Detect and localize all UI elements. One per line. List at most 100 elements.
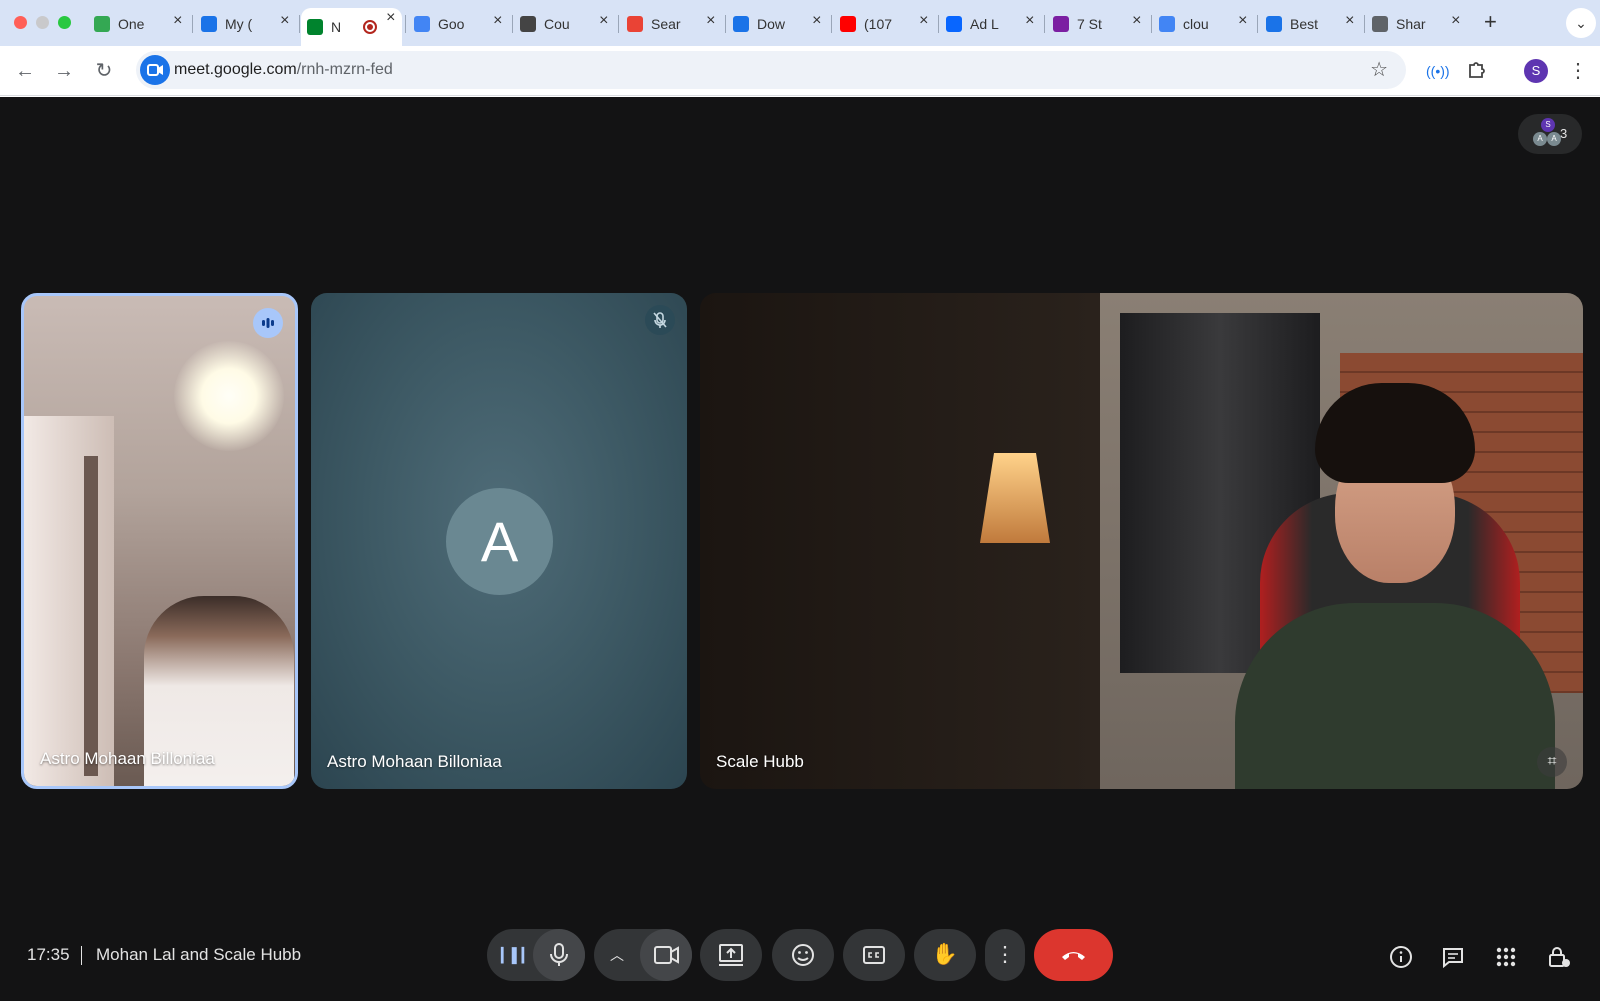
forward-button[interactable]: → (51, 58, 77, 84)
tab-title: 7 St (1077, 16, 1102, 32)
meeting-title: Mohan Lal and Scale Hubb (96, 945, 302, 964)
speaking-indicator-icon (253, 308, 283, 338)
person-body (1235, 603, 1555, 789)
meeting-details-button[interactable] (1387, 944, 1415, 976)
participants-button[interactable]: S A A 3 (1518, 114, 1582, 154)
tab-gmail[interactable]: Sear × (621, 11, 722, 37)
minimize-window-button[interactable] (36, 16, 49, 29)
kebab-menu-icon[interactable]: ⋮ (1568, 58, 1588, 84)
present-screen-icon (719, 944, 743, 966)
activities-button[interactable] (1492, 944, 1520, 976)
participant-tile-speaking[interactable]: Astro Mohaan Billoniaa (21, 293, 298, 789)
tab-search-button[interactable]: ⌄ (1566, 8, 1596, 38)
profile-avatar[interactable]: S (1524, 59, 1548, 83)
crop-icon[interactable]: ⌗ (1537, 747, 1567, 777)
tab-separator (830, 15, 832, 33)
url-domain: meet.google.com (174, 61, 297, 78)
extensions-puzzle-icon[interactable] (1466, 58, 1488, 87)
captions-button[interactable] (843, 929, 905, 981)
address-bar[interactable]: meet.google.com/rnh-mzrn-fed ☆ (136, 51, 1406, 89)
tab-separator (511, 15, 513, 33)
microphone-button[interactable] (533, 929, 585, 981)
close-tab-icon[interactable]: × (919, 12, 928, 30)
new-tab-button[interactable]: + (1478, 9, 1497, 35)
tab-docs[interactable]: Goo × (408, 11, 509, 37)
camera-button[interactable] (640, 929, 692, 981)
bookmark-star-icon[interactable]: ☆ (1370, 57, 1388, 82)
close-tab-icon[interactable]: × (386, 9, 395, 27)
close-tab-icon[interactable]: × (173, 12, 182, 30)
tab-download[interactable]: Dow × (727, 11, 828, 37)
close-tab-icon[interactable]: × (1451, 12, 1460, 30)
host-controls-button[interactable] (1545, 944, 1573, 976)
time-divider (81, 946, 82, 965)
close-tab-icon[interactable]: × (706, 12, 715, 30)
tab-circle[interactable]: My (× (195, 11, 296, 37)
chat-icon (1443, 948, 1463, 969)
participant-tile-muted[interactable]: A Astro Mohaan Billoniaa (311, 293, 687, 789)
youtube-icon (840, 16, 856, 32)
chevron-up-icon[interactable]: ︿ (610, 929, 624, 981)
chat-icon (1266, 16, 1282, 32)
camera-control-group: ︿ (594, 929, 692, 981)
raise-hand-button[interactable]: ✋ (914, 929, 976, 981)
background-window (24, 416, 114, 786)
tab-separator (724, 15, 726, 33)
close-tab-icon[interactable]: × (599, 12, 608, 30)
browser-toolbar: ← → ↻ meet.google.com/rnh-mzrn-fed ☆ ((•… (0, 46, 1600, 96)
badge-icon (1053, 16, 1069, 32)
microphone-control-group: ▎▌▎ (487, 929, 585, 981)
tab-separator (1256, 15, 1258, 33)
tab-title: clou (1183, 16, 1209, 32)
tab-globe[interactable]: Shar × (1366, 11, 1467, 37)
tab-badge[interactable]: 7 St × (1047, 11, 1148, 37)
more-options-button[interactable]: ⋮ (985, 929, 1025, 981)
close-tab-icon[interactable]: × (1025, 12, 1034, 30)
tab-sheets[interactable]: One × (88, 11, 189, 37)
reactions-button[interactable] (772, 929, 834, 981)
close-tab-icon[interactable]: × (1132, 12, 1141, 30)
close-tab-icon[interactable]: × (280, 12, 289, 30)
tab-title: Dow (757, 16, 786, 32)
tab-meta[interactable]: Ad L × (940, 11, 1041, 37)
tab-youtube[interactable]: (107 × (834, 11, 935, 37)
chat-button[interactable] (1439, 944, 1467, 976)
tab-title: Sear (651, 16, 681, 32)
tab-separator (1043, 15, 1045, 33)
reload-button[interactable]: ↻ (91, 58, 117, 84)
meet-site-icon[interactable] (140, 55, 170, 85)
ceiling-light (174, 341, 284, 451)
end-call-button[interactable] (1034, 929, 1113, 981)
url-text[interactable]: meet.google.com/rnh-mzrn-fed (174, 61, 393, 79)
tab-title: Shar (1396, 16, 1426, 32)
close-tab-icon[interactable]: × (812, 12, 821, 30)
download-icon (733, 16, 749, 32)
participant-mini-avatar: S (1541, 118, 1555, 132)
mic-off-icon (645, 305, 675, 335)
back-button[interactable]: ← (12, 58, 38, 84)
tab-title: (107 (864, 16, 893, 32)
close-tab-icon[interactable]: × (1345, 12, 1354, 30)
tab-title: One (118, 16, 145, 32)
info-icon (1390, 946, 1412, 968)
tab-chat[interactable]: Best × (1260, 11, 1361, 37)
lock-person-icon (1549, 947, 1570, 967)
tab-separator (937, 15, 939, 33)
hang-up-icon (1062, 952, 1085, 960)
close-window-button[interactable] (14, 16, 27, 29)
tab-meet[interactable]: N × (301, 8, 402, 46)
closed-captions-icon (863, 946, 885, 964)
zoom-window-button[interactable] (58, 16, 71, 29)
participant-tile-video[interactable]: Scale Hubb ⌗ (700, 293, 1583, 789)
present-screen-button[interactable] (700, 929, 762, 981)
tab-strip: One × My (× N × Goo × Cou × Sear × Dow × (107 × Ad L × 7 … (0, 0, 1600, 46)
openai-icon (520, 16, 536, 32)
participant-name: Astro Mohaan Billoniaa (327, 752, 502, 771)
recording-dot (367, 24, 373, 30)
close-tab-icon[interactable]: × (1238, 12, 1247, 30)
recording-icon (363, 20, 377, 34)
tab-google[interactable]: clou × (1153, 11, 1254, 37)
cast-icon[interactable]: ((•)) (1426, 58, 1450, 84)
tab-openai[interactable]: Cou × (514, 11, 615, 37)
close-tab-icon[interactable]: × (493, 12, 502, 30)
